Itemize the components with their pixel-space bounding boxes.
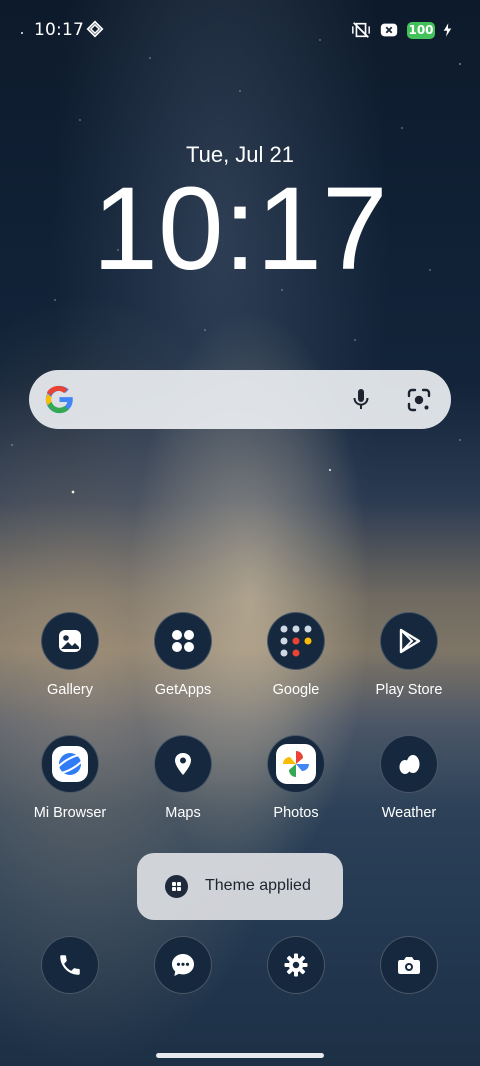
google-logo-icon xyxy=(45,385,73,414)
app-gallery[interactable]: Gallery xyxy=(17,612,123,698)
maps-icon xyxy=(175,753,191,775)
camera-icon xyxy=(398,957,420,974)
browser-icon xyxy=(52,746,88,782)
app-label: GetApps xyxy=(154,682,212,698)
app-maps[interactable]: Maps xyxy=(130,735,236,821)
dock-settings[interactable] xyxy=(243,936,349,994)
app-label: Play Store xyxy=(375,682,443,698)
app-label: Weather xyxy=(381,805,437,821)
vibrate-off-icon xyxy=(352,22,370,38)
settings-icon xyxy=(284,953,308,977)
app-mi-browser[interactable]: Mi Browser xyxy=(17,735,123,821)
status-bar: 10:17 100 xyxy=(0,0,480,60)
notification-x-icon xyxy=(380,23,398,37)
app-play-store[interactable]: Play Store xyxy=(356,612,462,698)
lockscreen-clock: 10:17 xyxy=(92,163,388,295)
grid-diamond-icon xyxy=(86,20,104,38)
battery-icon: 100 xyxy=(407,21,435,39)
home-indicator[interactable] xyxy=(156,1053,324,1058)
getapps-icon xyxy=(172,630,194,652)
gallery-icon xyxy=(59,630,81,652)
status-right-icons: 100 xyxy=(351,20,452,40)
toast: Theme applied xyxy=(137,853,343,920)
app-weather[interactable]: Weather xyxy=(356,735,462,821)
weather-icon xyxy=(399,755,420,774)
message-icon xyxy=(172,954,194,976)
app-label: Photos xyxy=(273,805,319,821)
app-label: Maps xyxy=(165,805,201,821)
microphone-icon[interactable] xyxy=(349,387,373,411)
app-getapps[interactable]: GetApps xyxy=(130,612,236,698)
app-label: Gallery xyxy=(47,682,93,698)
folder-icon xyxy=(280,625,312,657)
play-store-icon xyxy=(399,628,421,654)
theme-icon xyxy=(165,875,188,898)
dock-phone[interactable] xyxy=(17,936,123,994)
status-time: 10:17 xyxy=(34,20,84,40)
phone-icon xyxy=(60,955,80,975)
app-photos[interactable]: Photos xyxy=(243,735,349,821)
dock-messages[interactable] xyxy=(130,936,236,994)
charging-bolt-icon xyxy=(443,23,452,37)
toast-text: Theme applied xyxy=(205,877,311,894)
google-search-bar[interactable] xyxy=(29,370,451,429)
lens-icon[interactable] xyxy=(406,387,432,413)
theme-grid-icon xyxy=(172,882,181,891)
dock-camera[interactable] xyxy=(356,936,462,994)
photos-icon xyxy=(276,744,316,784)
app-label: Mi Browser xyxy=(33,805,107,821)
app-label: Google xyxy=(272,682,320,698)
app-folder-google[interactable]: Google xyxy=(243,612,349,698)
